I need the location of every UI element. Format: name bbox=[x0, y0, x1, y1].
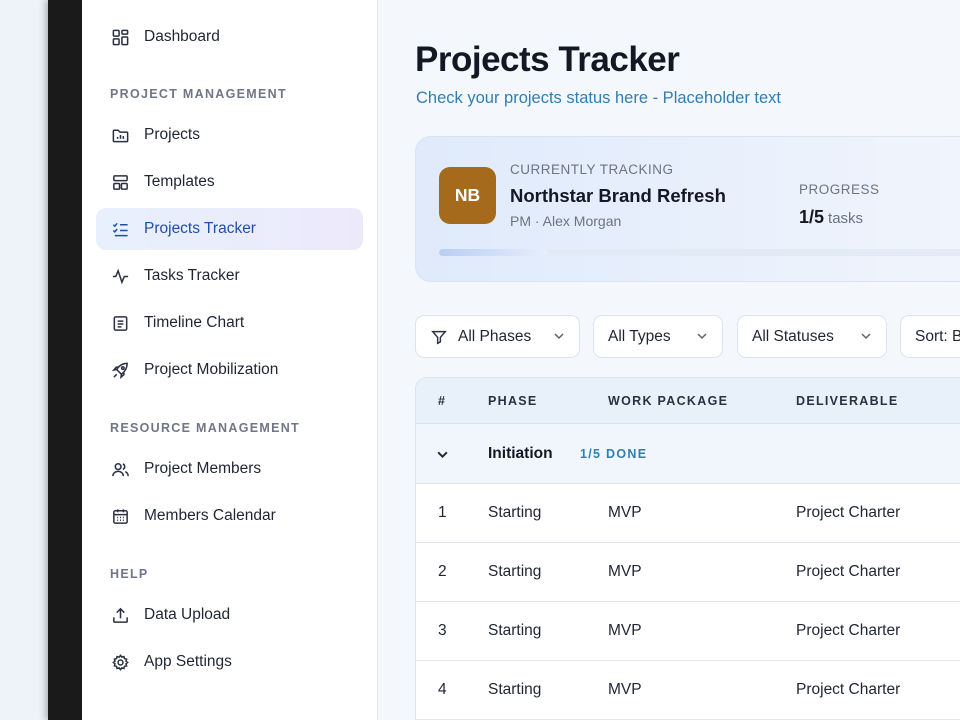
sidebar-item-label: Data Upload bbox=[144, 606, 231, 623]
cell-phase: Starting bbox=[488, 681, 542, 698]
table-row[interactable]: 3 Starting MVP Project Charter bbox=[416, 602, 960, 661]
filter-icon bbox=[431, 330, 447, 344]
cell-work-package: MVP bbox=[608, 622, 642, 639]
group-row-initiation[interactable]: Initiation 1/5 DONE bbox=[416, 424, 960, 484]
column-header-deliverable[interactable]: DELIVERABLE bbox=[796, 394, 899, 408]
sidebar-item-label: Project Members bbox=[144, 460, 262, 477]
cell-phase: Starting bbox=[488, 622, 542, 639]
sidebar-item-label: Project Mobilization bbox=[144, 361, 279, 378]
sidebar-item-projects-tracker[interactable]: Projects Tracker bbox=[96, 208, 363, 250]
column-header-work-package[interactable]: WORK PACKAGE bbox=[608, 394, 728, 408]
sidebar-item-projects[interactable]: Projects bbox=[96, 114, 363, 156]
chevron-down-icon[interactable] bbox=[436, 448, 449, 461]
sidebar-item-label: Dashboard bbox=[144, 28, 220, 45]
cell-work-package: MVP bbox=[608, 563, 642, 580]
sidebar-item-label: Timeline Chart bbox=[144, 314, 245, 331]
sidebar-item-label: Projects bbox=[144, 126, 200, 143]
status-filter-dropdown[interactable]: All Statuses bbox=[737, 315, 887, 358]
cell-number: 1 bbox=[438, 504, 447, 521]
project-manager: PM · Alex Morgan bbox=[510, 213, 622, 229]
tracker-table: # PHASE WORK PACKAGE DELIVERABLE Initiat… bbox=[415, 377, 960, 720]
cell-work-package: MVP bbox=[608, 504, 642, 521]
checklist-icon bbox=[110, 219, 130, 239]
sidebar-item-timeline-chart[interactable]: Timeline Chart bbox=[96, 302, 363, 344]
type-filter-value: All Types bbox=[608, 327, 671, 345]
sidebar-item-members-calendar[interactable]: Members Calendar bbox=[96, 495, 363, 537]
cell-deliverable: Project Charter bbox=[796, 622, 901, 639]
rocket-icon bbox=[110, 360, 130, 380]
activity-icon bbox=[110, 266, 130, 286]
section-heading-project-management: PROJECT MANAGEMENT bbox=[110, 87, 287, 101]
sidebar-item-label: Templates bbox=[144, 173, 215, 190]
users-icon bbox=[110, 459, 130, 479]
sort-dropdown[interactable]: Sort: B bbox=[900, 315, 960, 358]
currently-tracking-card: NB CURRENTLY TRACKING Northstar Brand Re… bbox=[415, 136, 960, 282]
table-row[interactable]: 2 Starting MVP Project Charter bbox=[416, 543, 960, 602]
currently-tracking-label: CURRENTLY TRACKING bbox=[510, 162, 674, 177]
sidebar-item-data-upload[interactable]: Data Upload bbox=[96, 594, 363, 636]
folder-chart-icon bbox=[110, 125, 130, 145]
sidebar-item-project-members[interactable]: Project Members bbox=[96, 448, 363, 490]
main-content: Projects Tracker Check your projects sta… bbox=[378, 0, 960, 720]
cell-number: 4 bbox=[438, 681, 447, 698]
upload-icon bbox=[110, 605, 130, 625]
progress-value: 1/5 tasks bbox=[799, 207, 863, 228]
device-bezel bbox=[48, 0, 82, 720]
table-row[interactable]: 1 Starting MVP Project Charter bbox=[416, 484, 960, 543]
progress-unit: tasks bbox=[828, 210, 864, 227]
column-header-phase[interactable]: PHASE bbox=[488, 394, 538, 408]
cell-work-package: MVP bbox=[608, 681, 642, 698]
cell-phase: Starting bbox=[488, 504, 542, 521]
page-title: Projects Tracker bbox=[415, 40, 680, 79]
column-header-number: # bbox=[438, 394, 447, 408]
sidebar-item-label: App Settings bbox=[144, 653, 232, 670]
chevron-down-icon bbox=[554, 333, 564, 340]
tracked-project-name: Northstar Brand Refresh bbox=[510, 185, 726, 206]
sidebar-item-label: Members Calendar bbox=[144, 507, 276, 524]
project-avatar: NB bbox=[439, 167, 496, 224]
sort-value: Sort: B bbox=[915, 327, 960, 345]
sidebar-item-label: Tasks Tracker bbox=[144, 267, 240, 284]
sidebar: Dashboard PROJECT MANAGEMENT Projects Te… bbox=[82, 0, 378, 720]
page-subtitle: Check your projects status here - Placeh… bbox=[416, 89, 782, 107]
calendar-icon bbox=[110, 506, 130, 526]
cell-number: 2 bbox=[438, 563, 447, 580]
progress-count: 1/5 bbox=[799, 207, 825, 227]
progress-bar-fill bbox=[439, 249, 547, 256]
cell-deliverable: Project Charter bbox=[796, 563, 901, 580]
grid-icon bbox=[110, 27, 130, 47]
type-filter-dropdown[interactable]: All Types bbox=[593, 315, 723, 358]
sidebar-item-tasks-tracker[interactable]: Tasks Tracker bbox=[96, 255, 363, 297]
status-filter-value: All Statuses bbox=[752, 327, 834, 345]
table-row[interactable]: 4 Starting MVP Project Charter bbox=[416, 661, 960, 720]
section-heading-help: HELP bbox=[110, 567, 149, 581]
sidebar-item-dashboard[interactable]: Dashboard bbox=[96, 16, 363, 58]
gear-icon bbox=[110, 652, 130, 672]
sidebar-item-project-mobilization[interactable]: Project Mobilization bbox=[96, 349, 363, 391]
cell-deliverable: Project Charter bbox=[796, 504, 901, 521]
progress-bar bbox=[439, 249, 960, 256]
sidebar-item-app-settings[interactable]: App Settings bbox=[96, 641, 363, 683]
progress-label: PROGRESS bbox=[799, 182, 880, 197]
phase-filter-value: All Phases bbox=[458, 327, 532, 345]
chevron-down-icon bbox=[697, 333, 707, 340]
sidebar-item-templates[interactable]: Templates bbox=[96, 161, 363, 203]
group-name: Initiation bbox=[488, 445, 553, 462]
cell-number: 3 bbox=[438, 622, 447, 639]
phase-filter-dropdown[interactable]: All Phases bbox=[415, 315, 580, 358]
table-header: # PHASE WORK PACKAGE DELIVERABLE bbox=[416, 378, 960, 424]
group-done-count: 1/5 DONE bbox=[580, 447, 648, 461]
layout-icon bbox=[110, 172, 130, 192]
document-list-icon bbox=[110, 313, 130, 333]
section-heading-resource-management: RESOURCE MANAGEMENT bbox=[110, 421, 300, 435]
cell-phase: Starting bbox=[488, 563, 542, 580]
background bbox=[0, 0, 48, 720]
sidebar-item-label: Projects Tracker bbox=[144, 220, 256, 237]
cell-deliverable: Project Charter bbox=[796, 681, 901, 698]
chevron-down-icon bbox=[861, 333, 871, 340]
